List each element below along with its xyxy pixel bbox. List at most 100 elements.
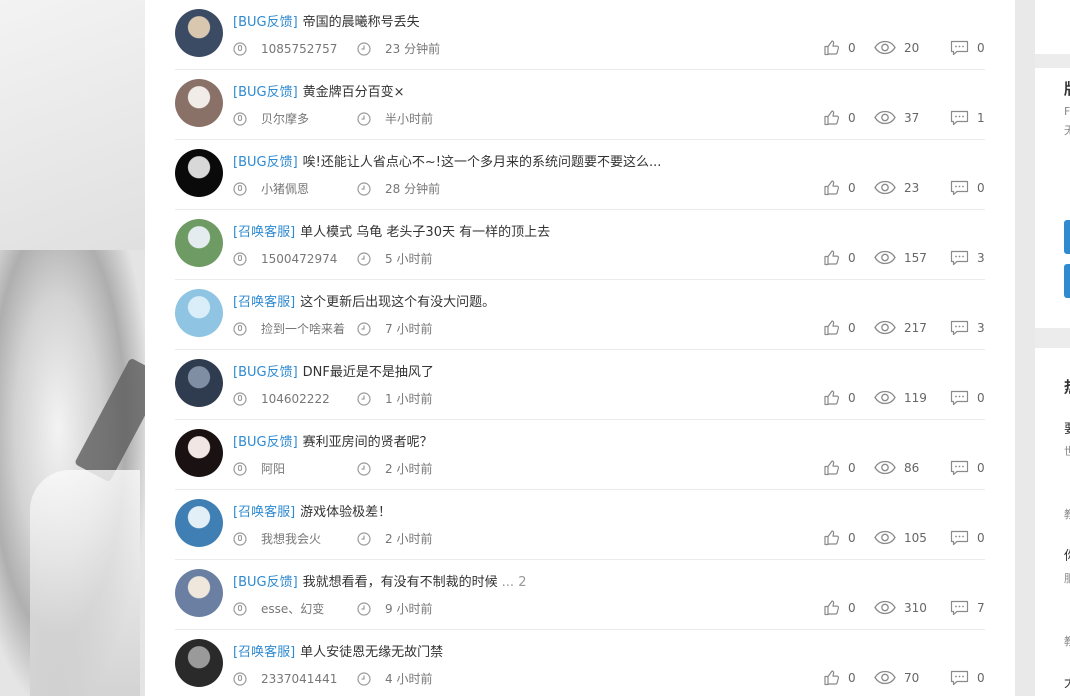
like-stat[interactable]: 0	[823, 109, 858, 126]
post-title[interactable]: [召唤客服] 单人模式 乌龟 老头子30天 有一样的顶上去	[233, 221, 554, 240]
thumbs-up-icon	[824, 180, 840, 196]
post-tag[interactable]: [BUG反馈]	[233, 155, 298, 170]
post-author[interactable]: 1500472974	[261, 252, 357, 266]
comment-stat[interactable]: 0	[950, 180, 985, 196]
like-stat[interactable]: 0	[823, 179, 858, 196]
post-row[interactable]: [BUG反馈] 唉!还能让人省点心不~!这一个多月来的系统问题要不要这么... 小…	[175, 140, 985, 210]
post-tag[interactable]: [召唤客服]	[233, 295, 295, 310]
post-row[interactable]: [BUG反馈] 帝国的晨曦称号丢失 1085752757 23 分钟前 0 20…	[175, 0, 985, 70]
post-tag[interactable]: [BUG反馈]	[233, 85, 298, 100]
post-title-text[interactable]: 单人安徒恩无缘无故门禁	[300, 645, 443, 660]
post-pages[interactable]: ... 2	[502, 575, 527, 590]
post-title-text[interactable]: 单人模式 乌龟 老头子30天 有一样的顶上去	[300, 225, 550, 240]
post-author[interactable]: 2337041441	[261, 672, 357, 686]
post-title[interactable]: [召唤客服] 单人安徒恩无缘无故门禁	[233, 641, 447, 660]
comment-stat[interactable]: 0	[950, 390, 985, 406]
comment-count: 7	[977, 600, 985, 615]
post-title-text[interactable]: DNF最近是不是抽风了	[303, 365, 434, 380]
post-title-text[interactable]: 黄金牌百分百变×	[303, 85, 405, 100]
post-row[interactable]: [召唤客服] 单人模式 乌龟 老头子30天 有一样的顶上去 1500472974 …	[175, 210, 985, 280]
avatar[interactable]	[175, 429, 223, 477]
post-tag[interactable]: [召唤客服]	[233, 645, 295, 660]
avatar[interactable]	[175, 569, 223, 617]
post-title[interactable]: [BUG反馈] DNF最近是不是抽风了	[233, 361, 438, 380]
like-stat[interactable]: 0	[823, 319, 858, 336]
sidebar-link[interactable]: 要	[1064, 418, 1070, 437]
post-title-text[interactable]: 唉!还能让人省点心不~!这一个多月来的系统问题要不要这么...	[303, 155, 662, 170]
avatar[interactable]	[175, 359, 223, 407]
post-row[interactable]: [召唤客服] 单人安徒恩无缘无故门禁 2337041441 4 小时前 0 70…	[175, 630, 985, 696]
view-stat: 217	[874, 320, 934, 335]
post-row[interactable]: [BUG反馈] DNF最近是不是抽风了 104602222 1 小时前 0 11…	[175, 350, 985, 420]
post-meta: 1500472974 5 小时前	[233, 250, 432, 267]
sidebar-heading: 版	[1064, 78, 1070, 99]
post-title[interactable]: [BUG反馈] 黄金牌百分百变×	[233, 81, 409, 100]
sidebar-text: 教	[1064, 635, 1070, 648]
post-author[interactable]: esse、幻变	[261, 600, 357, 617]
like-stat[interactable]: 0	[823, 529, 858, 546]
comment-count: 1	[977, 110, 985, 125]
post-row[interactable]: [BUG反馈] 赛利亚房间的贤者呢？ 阿阳 2 小时前 0 86 0	[175, 420, 985, 490]
post-author[interactable]: 阿阳	[261, 460, 357, 477]
post-row[interactable]: [BUG反馈] 黄金牌百分百变× 贝尔摩多 半小时前 0 37 1	[175, 70, 985, 140]
comment-stat[interactable]: 1	[950, 110, 985, 126]
avatar[interactable]	[175, 219, 223, 267]
comment-stat[interactable]: 0	[950, 40, 985, 56]
like-stat[interactable]: 0	[823, 669, 858, 686]
post-author[interactable]: 捡到一个啥来着	[261, 320, 357, 337]
post-title-text[interactable]: 我就想看看，有没有不制裁的时候	[303, 575, 498, 590]
user-icon	[233, 531, 247, 546]
like-stat[interactable]: 0	[823, 249, 858, 266]
post-tag[interactable]: [BUG反馈]	[233, 15, 298, 30]
post-title[interactable]: [BUG反馈] 帝国的晨曦称号丢失	[233, 11, 424, 30]
eye-icon	[874, 600, 896, 615]
comment-stat[interactable]: 3	[950, 250, 985, 266]
sidebar-link[interactable]: 你	[1064, 545, 1070, 564]
post-tag[interactable]: [召唤客服]	[233, 225, 295, 240]
post-title[interactable]: [BUG反馈] 赛利亚房间的贤者呢？	[233, 431, 437, 450]
post-tag[interactable]: [BUG反馈]	[233, 575, 298, 590]
comment-stat[interactable]: 0	[950, 460, 985, 476]
avatar[interactable]	[175, 289, 223, 337]
clock-icon	[357, 531, 371, 546]
like-stat[interactable]: 0	[823, 39, 858, 56]
eye-icon	[874, 250, 896, 265]
post-title-text[interactable]: 帝国的晨曦称号丢失	[303, 15, 420, 30]
post-tag[interactable]: [BUG反馈]	[233, 365, 298, 380]
post-author[interactable]: 1085752757	[261, 42, 357, 56]
comment-icon	[950, 390, 969, 405]
post-title[interactable]: [召唤客服] 这个更新后出现这个有没大问题。	[233, 291, 499, 310]
post-author[interactable]: 小猪佩恩	[261, 180, 357, 197]
comment-stat[interactable]: 0	[950, 530, 985, 546]
post-title-text[interactable]: 这个更新后出现这个有没大问题。	[300, 295, 495, 310]
post-tag[interactable]: [召唤客服]	[233, 505, 295, 520]
avatar[interactable]	[175, 79, 223, 127]
avatar[interactable]	[175, 9, 223, 57]
post-author[interactable]: 104602222	[261, 392, 357, 406]
post-row[interactable]: [召唤客服] 这个更新后出现这个有没大问题。 捡到一个啥来着 7 小时前 0 2…	[175, 280, 985, 350]
like-stat[interactable]: 0	[823, 459, 858, 476]
post-row[interactable]: [召唤客服] 游戏体验极差！ 我想我会火 2 小时前 0 105 0	[175, 490, 985, 560]
eye-icon	[874, 110, 896, 125]
post-title[interactable]: [BUG反馈] 唉!还能让人省点心不~!这一个多月来的系统问题要不要这么...	[233, 151, 665, 170]
comment-stat[interactable]: 3	[950, 320, 985, 336]
avatar[interactable]	[175, 149, 223, 197]
sidebar-button[interactable]	[1064, 220, 1070, 254]
comment-stat[interactable]: 7	[950, 600, 985, 616]
like-stat[interactable]: 0	[823, 389, 858, 406]
avatar[interactable]	[175, 639, 223, 687]
sidebar-link[interactable]: 大	[1064, 672, 1070, 691]
post-author[interactable]: 我想我会火	[261, 530, 357, 547]
post-author[interactable]: 贝尔摩多	[261, 110, 357, 127]
comment-stat[interactable]: 0	[950, 670, 985, 686]
like-stat[interactable]: 0	[823, 599, 858, 616]
post-row[interactable]: [BUG反馈] 我就想看看，有没有不制裁的时候 ... 2 esse、幻变 9 小时…	[175, 560, 985, 630]
post-title-text[interactable]: 游戏体验极差！	[300, 505, 391, 520]
post-title-text[interactable]: 赛利亚房间的贤者呢？	[303, 435, 433, 450]
post-title[interactable]: [召唤客服] 游戏体验极差！	[233, 501, 395, 520]
avatar[interactable]	[175, 499, 223, 547]
post-title[interactable]: [BUG反馈] 我就想看看，有没有不制裁的时候 ... 2	[233, 571, 526, 590]
post-tag[interactable]: [BUG反馈]	[233, 435, 298, 450]
comment-icon	[950, 250, 969, 265]
sidebar-button[interactable]	[1064, 264, 1070, 298]
